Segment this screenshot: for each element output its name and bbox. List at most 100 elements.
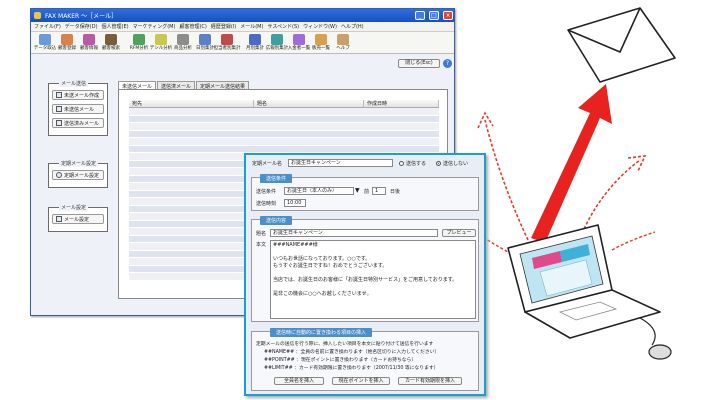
scheduled-mail-dialog: 定期メール名 お誕生日キャンペーン 送信する 送信しない 送信条件 送信条件 お… xyxy=(244,153,486,396)
insert-desc: 定期メールの送信を行う際に、挿入したい項目を本文に貼り付けて送信を行います xyxy=(256,342,434,347)
title-bar: FAX MAKER ～［メール］ _ □ × xyxy=(31,9,454,22)
menu-customer[interactable]: 個人管理(E) xyxy=(102,23,129,30)
list-row[interactable] xyxy=(129,130,439,138)
tool-monthly[interactable]: 月別集計 xyxy=(244,34,266,51)
menu-help[interactable]: ヘルプ(H) xyxy=(341,23,364,30)
list-row[interactable] xyxy=(129,123,439,131)
tool-staff[interactable]: 担当者別集計 xyxy=(214,34,241,51)
dashed-arrow-far-right xyxy=(611,231,656,251)
mail-icon xyxy=(56,92,62,98)
tool-decile[interactable]: デシル分析 xyxy=(150,34,172,51)
body-textarea[interactable]: ###NAME###様 いつもお世話になっております。○○です。 もうすぐお誕生… xyxy=(270,240,476,319)
staff-icon xyxy=(221,34,233,45)
app-icon xyxy=(34,12,41,19)
tool-help[interactable]: ヘルプ xyxy=(332,34,354,51)
send-condition-group: 送信条件 送信条件 お誕生日（本人のみ） ▼ 前 1 日後 送信時刻 10:00 xyxy=(251,174,479,211)
menu-client[interactable]: 顧客管理(C) xyxy=(179,23,206,30)
maximize-icon[interactable]: □ xyxy=(429,11,439,20)
radio-nosend[interactable]: 送信しない xyxy=(436,160,468,167)
scheduled-group: 定期メール設定 定期メール設定 xyxy=(48,160,108,188)
tool-import[interactable]: データ取込 xyxy=(34,34,56,51)
insert-limit-button[interactable]: カード有効期限を挿入 xyxy=(398,377,462,385)
close-button[interactable]: 閉じる(Esc) xyxy=(398,59,440,68)
search-icon xyxy=(105,34,117,45)
info-icon xyxy=(83,34,95,45)
unsent-mail-button[interactable]: 未送信メール xyxy=(52,104,104,114)
mail-settings-group: メール設定 メール設定 xyxy=(48,204,108,232)
tool-product[interactable]: 商品分析 xyxy=(172,34,194,51)
payment-icon xyxy=(293,34,305,45)
tool-payment[interactable]: 入金者一覧 xyxy=(288,34,310,51)
menu-mail[interactable]: メール(M) xyxy=(240,23,263,30)
mail-name-field[interactable]: お誕生日キャンペーン xyxy=(288,159,393,167)
mail-settings-button[interactable]: メール設定 xyxy=(52,214,104,224)
import-icon xyxy=(39,34,51,45)
mail-name-label: 定期メール名 xyxy=(252,161,283,167)
close-icon[interactable]: × xyxy=(443,11,453,20)
dashed-arrow-left xyxy=(484,119,529,241)
list-header: 宛先 題名 作成日時 xyxy=(129,100,439,108)
window-title: FAX MAKER ～［メール］ xyxy=(45,13,118,20)
insert-name-desc: ##NAME## ：全員の名前に置き換わります（姓名区切りに入力してください） xyxy=(264,350,440,355)
insert-limit-desc: ##LIMIT## ：カード有効期限に置き換わります（2007/11/30 等に… xyxy=(264,366,439,371)
mail-icon xyxy=(56,106,62,112)
list-row[interactable] xyxy=(129,108,439,116)
help-book-icon xyxy=(337,34,349,45)
insert-fields-title: 送信時に自動的に置き換わる項目の挿入 xyxy=(270,328,373,337)
menu-data[interactable]: データ保存(D) xyxy=(65,23,98,30)
chevron-down-icon[interactable]: ▼ xyxy=(355,187,360,194)
rfm-icon xyxy=(133,34,145,45)
sent-mail-button[interactable]: 送信済みメール xyxy=(52,118,104,128)
column-to[interactable]: 宛先 xyxy=(129,100,254,107)
tool-info[interactable]: 顧客情報 xyxy=(78,34,100,51)
scheduled-settings-button[interactable]: 定期メール設定 xyxy=(52,170,104,180)
tool-register[interactable]: 顧客登録 xyxy=(56,34,78,51)
radio-circle xyxy=(436,161,441,166)
preview-button[interactable]: プレビュー xyxy=(442,229,476,237)
days-field[interactable]: 1 xyxy=(372,187,386,195)
list-row[interactable] xyxy=(129,145,439,153)
send-arrow-icon xyxy=(531,84,612,243)
insert-point-button[interactable]: 現在ポイントを挿入 xyxy=(332,377,390,385)
time-label: 送信時刻 xyxy=(256,201,277,207)
menu-suspend[interactable]: サスペンド(S) xyxy=(267,23,299,30)
tool-sales[interactable]: 販売一覧 xyxy=(310,34,332,51)
product-icon xyxy=(177,34,189,45)
menu-window[interactable]: ウィンドウ(W) xyxy=(303,23,337,30)
time-field[interactable]: 10:00 xyxy=(284,199,306,207)
menu-marketing[interactable]: マーケティング(M) xyxy=(133,23,176,30)
register-icon xyxy=(61,34,73,45)
menu-bar: ファイル(F) データ保存(D) 個人管理(E) マーケティング(M) 顧客管理… xyxy=(31,22,454,32)
radio-send[interactable]: 送信する xyxy=(399,160,426,167)
body-label: 本文 xyxy=(256,242,267,248)
mail-settings-title: メール設定 xyxy=(59,204,89,211)
content-title: 送信内容 xyxy=(260,216,293,225)
ad-icon xyxy=(271,34,283,45)
tool-search[interactable]: 顧客検索 xyxy=(100,34,122,51)
envelope-icon xyxy=(567,7,676,83)
new-mail-button[interactable]: 未送メール作成 xyxy=(52,90,104,100)
tool-rfm[interactable]: RFM分析 xyxy=(128,34,150,51)
column-date[interactable]: 作成日時 xyxy=(364,100,439,107)
insert-point-desc: ##POINT## ：現在ポイントに置き換わります（カードお持ちなら） xyxy=(264,358,417,363)
menu-file[interactable]: ファイル(F) xyxy=(34,23,61,30)
sales-icon xyxy=(315,34,327,45)
decile-icon xyxy=(155,34,167,45)
menu-history[interactable]: 経歴登録(I) xyxy=(211,23,236,30)
calendar-icon xyxy=(199,34,211,45)
minimize-icon[interactable]: _ xyxy=(415,11,425,20)
subject-label: 題名 xyxy=(256,231,267,237)
list-row[interactable] xyxy=(129,138,439,146)
mail-icon xyxy=(56,120,62,126)
condition-select[interactable]: お誕生日（本人のみ） xyxy=(284,187,354,195)
tool-ad[interactable]: 広報別集計 xyxy=(266,34,288,51)
column-subject[interactable]: 題名 xyxy=(254,100,364,107)
help-icon[interactable]: ? xyxy=(443,59,452,68)
send-condition-title: 送信条件 xyxy=(260,174,293,183)
settings-icon xyxy=(56,216,62,222)
monthly-icon xyxy=(249,34,261,45)
subject-field[interactable]: お誕生日キャンペーン xyxy=(270,229,438,237)
insert-name-button[interactable]: 全員名を挿入 xyxy=(274,377,324,385)
list-row[interactable] xyxy=(129,115,439,123)
mail-send-group: メール送信 未送メール作成 未送信メール 送信済みメール xyxy=(48,80,108,136)
